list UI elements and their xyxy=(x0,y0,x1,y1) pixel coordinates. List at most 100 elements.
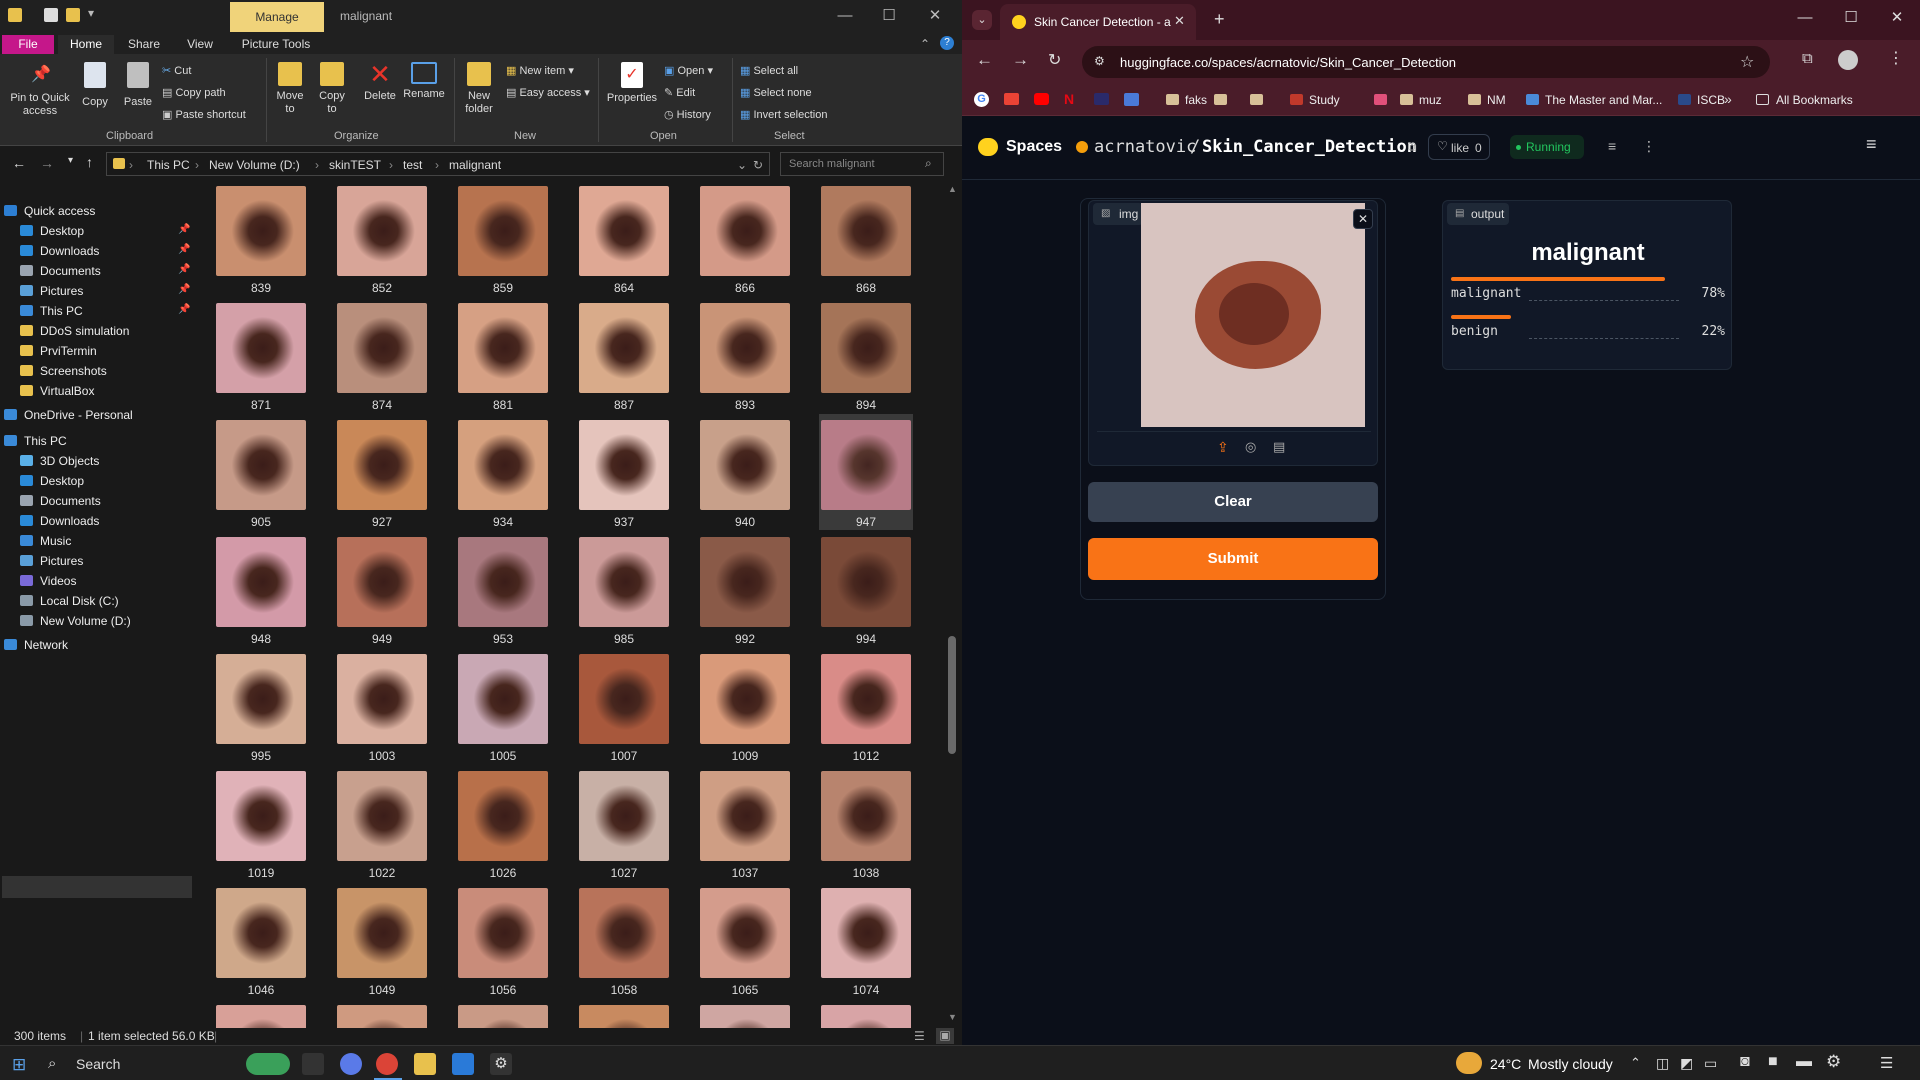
nav-item[interactable]: Pictures xyxy=(0,550,192,572)
scroll-up-icon[interactable]: ▲ xyxy=(948,184,957,194)
up-arrow-icon[interactable]: ↑ xyxy=(86,154,93,170)
file-thumbnail[interactable] xyxy=(819,999,913,1028)
file-thumbnail[interactable]: 1003 xyxy=(335,648,429,764)
large-icons-view-icon[interactable]: ▣ xyxy=(936,1028,954,1044)
owner-link[interactable]: acrnatovic xyxy=(1094,137,1196,157)
file-thumbnail[interactable]: 881 xyxy=(456,297,550,413)
maximize-icon[interactable]: ☐ xyxy=(1828,2,1874,34)
tab-home[interactable]: Home xyxy=(58,35,114,54)
copilot-icon[interactable] xyxy=(340,1053,362,1075)
collapse-ribbon-icon[interactable]: ⌃ xyxy=(918,35,932,54)
nav-item[interactable]: VirtualBox xyxy=(0,380,192,402)
task-view-icon[interactable] xyxy=(302,1053,324,1075)
copy-button[interactable]: Copy xyxy=(78,62,112,109)
like-button[interactable]: ♡ like 0 xyxy=(1428,134,1490,160)
vscode-icon[interactable] xyxy=(452,1053,474,1075)
upload-icon[interactable]: ⇪ xyxy=(1217,439,1229,456)
search-highlight-icon[interactable] xyxy=(246,1053,290,1075)
repo-name[interactable]: Skin_Cancer_Detection xyxy=(1202,137,1417,157)
site-info-icon[interactable]: ⚙ xyxy=(1094,54,1105,68)
menu-dots-icon[interactable]: ⋮ xyxy=(1888,48,1904,68)
tray-app-icon[interactable]: ◫ xyxy=(1656,1055,1669,1072)
hamburger-menu-icon[interactable]: ≡ xyxy=(1866,134,1877,155)
file-thumbnail[interactable]: 1058 xyxy=(577,882,671,998)
select-none-button[interactable]: ▦ Select none xyxy=(740,86,812,99)
file-thumbnail[interactable]: 1037 xyxy=(698,765,792,881)
clipboard-icon[interactable]: ▤ xyxy=(1273,439,1285,455)
file-thumbnail[interactable]: 894 xyxy=(819,297,913,413)
file-thumbnail[interactable] xyxy=(456,999,550,1028)
clear-button[interactable]: Clear xyxy=(1088,482,1378,522)
settings-gear-icon[interactable]: ⚙ xyxy=(1826,1052,1841,1072)
bookmark-item[interactable] xyxy=(1250,93,1269,107)
tray-app-icon[interactable]: ◩ xyxy=(1680,1055,1693,1072)
new-folder-button[interactable]: New folder xyxy=(458,62,500,116)
file-thumbnail[interactable]: 994 xyxy=(819,531,913,647)
profile-avatar-icon[interactable] xyxy=(1838,50,1858,70)
edit-button[interactable]: ✎ Edit xyxy=(664,86,695,99)
scrollbar-thumb[interactable] xyxy=(948,636,956,754)
bookmark-item[interactable] xyxy=(1214,93,1233,107)
bookmark-star-icon[interactable]: ☆ xyxy=(1740,52,1754,72)
chevron-down-icon[interactable]: ▾ xyxy=(88,6,96,20)
file-thumbnail[interactable]: 1065 xyxy=(698,882,792,998)
settings-icon[interactable]: ⚙ xyxy=(490,1053,512,1075)
file-thumbnail[interactable] xyxy=(335,999,429,1028)
file-thumbnail[interactable] xyxy=(214,999,308,1028)
file-thumbnail[interactable]: 1022 xyxy=(335,765,429,881)
logs-icon[interactable]: ≡ xyxy=(1608,138,1616,154)
file-thumbnail[interactable]: 1046 xyxy=(214,882,308,998)
file-thumbnail[interactable]: 985 xyxy=(577,531,671,647)
nav-item[interactable]: This PC xyxy=(0,430,192,452)
taskbar-search[interactable]: Search xyxy=(76,1056,120,1072)
new-folder-icon[interactable] xyxy=(66,8,80,22)
google-icon[interactable]: G xyxy=(974,92,989,107)
file-thumbnail[interactable]: 839 xyxy=(214,180,308,296)
nav-item[interactable]: Music xyxy=(0,530,192,552)
scroll-down-icon[interactable]: ▼ xyxy=(948,1012,957,1022)
tab-share[interactable]: Share xyxy=(124,35,164,54)
more-bookmarks-icon[interactable]: » xyxy=(1724,91,1732,107)
invert-selection-button[interactable]: ▦ Invert selection xyxy=(740,108,827,121)
tab-file[interactable]: File xyxy=(2,35,54,54)
new-tab-icon[interactable]: + xyxy=(1214,9,1225,30)
back-arrow-icon[interactable]: ← xyxy=(976,50,993,70)
netflix-icon[interactable]: N xyxy=(1064,91,1074,107)
tray-app-icon[interactable]: ▭ xyxy=(1704,1055,1717,1072)
file-thumbnail[interactable] xyxy=(698,999,792,1028)
paste-button[interactable]: Paste xyxy=(120,62,156,109)
breadcrumb-test[interactable]: test xyxy=(403,158,422,172)
file-thumbnail[interactable]: 992 xyxy=(698,531,792,647)
nav-item[interactable]: Pictures 📌 xyxy=(0,280,192,302)
nav-item[interactable]: OneDrive - Personal xyxy=(0,404,192,426)
nav-item[interactable]: Network xyxy=(0,634,192,656)
camera-icon[interactable]: ◙ xyxy=(1740,1053,1750,1071)
file-thumbnail[interactable]: 866 xyxy=(698,180,792,296)
nav-item[interactable]: Documents 📌 xyxy=(0,260,192,282)
bookmark-item[interactable]: Study xyxy=(1290,93,1340,107)
back-arrow-icon[interactable]: ← xyxy=(12,155,26,171)
copy-repo-icon[interactable]: ⧉ xyxy=(1408,140,1417,155)
translate-icon[interactable] xyxy=(1124,93,1139,106)
nav-item[interactable]: DDoS simulation xyxy=(0,320,192,342)
paste-shortcut-button[interactable]: ▣ Paste shortcut xyxy=(162,108,246,121)
weather-icon[interactable] xyxy=(1456,1052,1482,1074)
nav-item[interactable]: Quick access xyxy=(0,200,192,222)
file-thumbnail[interactable]: 1019 xyxy=(214,765,308,881)
file-thumbnail[interactable]: 1007 xyxy=(577,648,671,764)
nav-item[interactable]: 3D Objects xyxy=(0,450,192,472)
file-thumbnail[interactable]: 1074 xyxy=(819,882,913,998)
recent-locations-icon[interactable]: ▾ xyxy=(68,155,73,166)
rename-button[interactable]: Rename xyxy=(402,62,446,101)
file-thumbnail[interactable]: 1056 xyxy=(456,882,550,998)
bookmark-item[interactable]: The Master and Mar... xyxy=(1526,93,1662,107)
notifications-icon[interactable]: ☰ xyxy=(1880,1054,1893,1072)
close-icon[interactable]: ✕ xyxy=(912,0,958,32)
file-thumbnail[interactable]: 1012 xyxy=(819,648,913,764)
nav-item[interactable]: Desktop xyxy=(0,470,192,492)
file-thumbnail[interactable]: 864 xyxy=(577,180,671,296)
select-all-button[interactable]: ▦ Select all xyxy=(740,64,798,77)
webcam-icon[interactable]: ◎ xyxy=(1245,439,1256,455)
close-tab-icon[interactable]: ✕ xyxy=(1174,13,1185,29)
all-bookmarks-link[interactable]: All Bookmarks xyxy=(1776,93,1853,107)
